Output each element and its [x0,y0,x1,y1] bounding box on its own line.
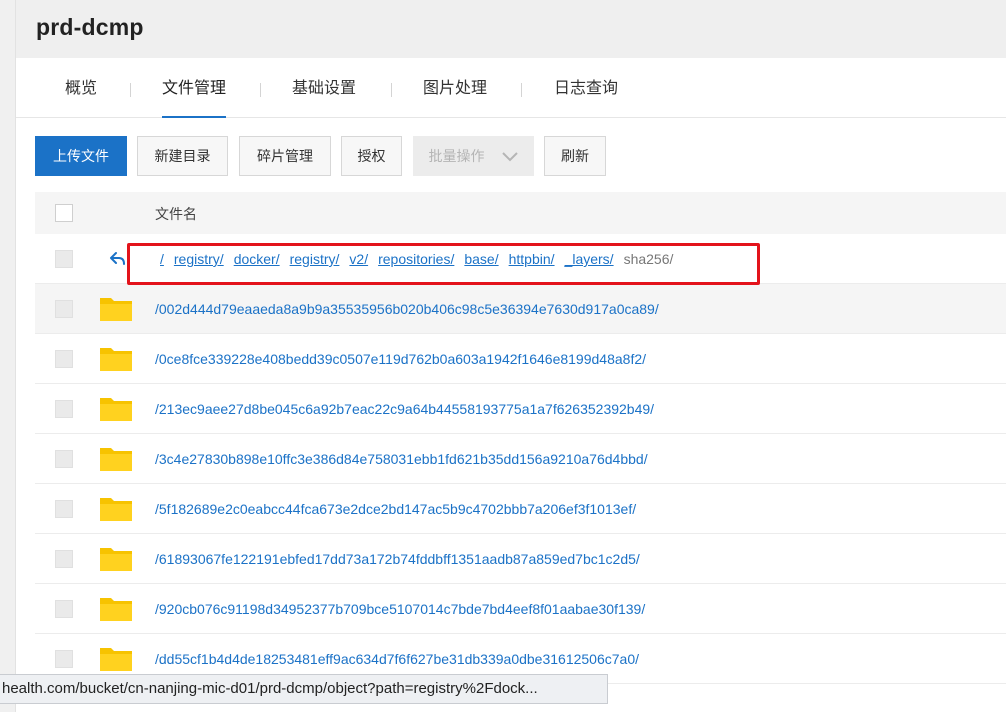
breadcrumb-current: sha256/ [623,251,674,267]
row-checkbox[interactable] [55,450,73,468]
column-header-filename: 文件名 [155,206,197,222]
folder-name-link[interactable]: /0ce8fce339228e408bedd39c0507e119d762b0a… [155,351,646,367]
tab-separator [521,83,522,97]
row-checkbox[interactable] [55,400,73,418]
tab-file-management[interactable]: 文件管理 [162,78,227,118]
breadcrumb-link-registry-2[interactable]: registry/ [290,251,340,267]
folder-name-link[interactable]: /5f182689e2c0eabcc44fca673e2dce2bd147ac5… [155,501,636,517]
breadcrumb-link-root[interactable]: / [160,251,164,267]
tab-basic-settings[interactable]: 基础设置 [292,78,356,118]
authorize-button[interactable]: 授权 [341,136,402,176]
back-arrow-icon[interactable] [107,249,127,269]
row-checkbox[interactable] [55,500,73,518]
fragment-management-button[interactable]: 碎片管理 [239,136,331,176]
table-row[interactable]: /61893067fe122191ebfed17dd73a172b74fddbf… [35,534,1006,584]
folder-name-link[interactable]: /002d444d79eaaeda8a9b9a35535956b020b406c… [155,301,659,317]
page-header: prd-dcmp [16,0,1006,58]
batch-operation-dropdown[interactable]: 批量操作 [413,136,534,176]
browser-status-bar-url: health.com/bucket/cn-nanjing-mic-d01/prd… [0,674,608,704]
table-row[interactable]: /920cb076c91198d34952377b709bce5107014c7… [35,584,1006,634]
folder-icon [99,544,133,572]
tab-separator [260,83,261,97]
table-row[interactable]: /3c4e27830b898e10ffc3e386d84e758031ebb1f… [35,434,1006,484]
breadcrumb-link-base[interactable]: base/ [464,251,498,267]
new-directory-button[interactable]: 新建目录 [137,136,228,176]
tab-overview[interactable]: 概览 [65,78,97,118]
breadcrumb-row: / registry/docker/registry/v2/repositorie… [35,234,1006,284]
row-checkbox [55,250,73,268]
breadcrumb-link-v2[interactable]: v2/ [349,251,368,267]
table-row[interactable]: /213ec9aee27d8be045c6a92b7eac22c9a64b445… [35,384,1006,434]
tab-image-processing[interactable]: 图片处理 [423,78,487,118]
breadcrumb-link-docker[interactable]: docker/ [234,251,280,267]
breadcrumb-link-httpbin[interactable]: httpbin/ [509,251,555,267]
row-checkbox[interactable] [55,650,73,668]
folder-icon [99,644,133,672]
row-checkbox[interactable] [55,550,73,568]
breadcrumb-link-registry[interactable]: registry/ [174,251,224,267]
folder-name-link[interactable]: /3c4e27830b898e10ffc3e386d84e758031ebb1f… [155,451,648,467]
folder-name-link[interactable]: /920cb076c91198d34952377b709bce5107014c7… [155,601,645,617]
table-header: 文件名 [35,192,1006,234]
bucket-title: prd-dcmp [36,14,144,40]
chevron-down-icon [502,138,519,176]
table-row[interactable]: /0ce8fce339228e408bedd39c0507e119d762b0a… [35,334,1006,384]
folder-name-link[interactable]: /61893067fe122191ebfed17dd73a172b74fddbf… [155,551,640,567]
row-checkbox[interactable] [55,300,73,318]
tab-separator [391,83,392,97]
folder-icon [99,494,133,522]
left-window-edge [0,0,16,712]
table-row[interactable]: /5f182689e2c0eabcc44fca673e2dce2bd147ac5… [35,484,1006,534]
table-row[interactable]: /002d444d79eaaeda8a9b9a35535956b020b406c… [35,284,1006,334]
breadcrumb-link-repositories[interactable]: repositories/ [378,251,454,267]
breadcrumb-link-layers[interactable]: _layers/ [565,251,614,267]
row-checkbox[interactable] [55,350,73,368]
folder-icon [99,344,133,372]
folder-name-link[interactable]: /dd55cf1b4d4de18253481eff9ac634d7f6f627b… [155,651,639,667]
row-checkbox[interactable] [55,600,73,618]
folder-name-link[interactable]: /213ec9aee27d8be045c6a92b7eac22c9a64b445… [155,401,654,417]
folder-icon [99,594,133,622]
folder-icon [99,444,133,472]
content-panel: 概览 文件管理 基础设置 图片处理 日志查询 上传文件 新建目录 碎片管理 授权… [16,58,1006,712]
breadcrumb: / registry/docker/registry/v2/repositorie… [160,251,673,267]
folder-icon [99,394,133,422]
refresh-button[interactable]: 刷新 [544,136,606,176]
upload-file-button[interactable]: 上传文件 [35,136,127,176]
tab-bar: 概览 文件管理 基础设置 图片处理 日志查询 [16,58,1006,118]
tab-log-query[interactable]: 日志查询 [554,78,618,118]
tab-separator [130,83,131,97]
folder-icon [99,294,133,322]
batch-operation-label: 批量操作 [428,148,485,164]
select-all-checkbox[interactable] [55,204,73,222]
